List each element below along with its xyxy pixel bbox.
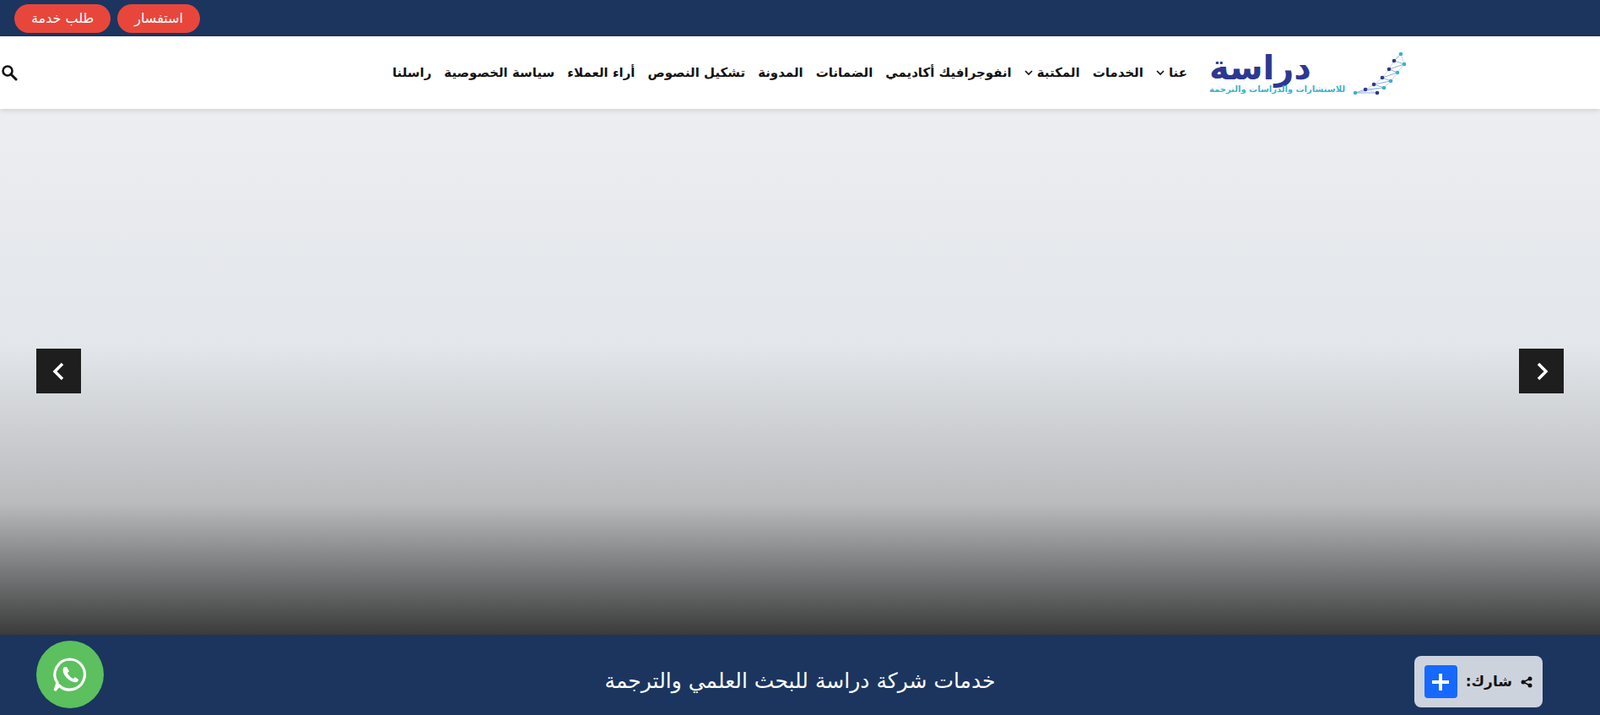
nav-item: الخدمات [1092, 58, 1144, 88]
logo-network-icon [1348, 47, 1410, 98]
nav-label: تشكيل النصوص [648, 63, 746, 83]
nav-item: تشكيل النصوص [648, 58, 746, 88]
hero-banner [0, 108, 1600, 635]
nav-label: الضمانات [816, 63, 874, 83]
nav-menu: عنا الخدمات المكتبة انفوجرافيك أكاديمي الضما… [392, 58, 1188, 88]
logo-subtitle: للاستشارات والدراسات والترجمة [1209, 84, 1346, 95]
search-icon [0, 64, 18, 82]
nav-link[interactable]: سياسة الخصوصية [443, 58, 555, 88]
inquiry-button[interactable]: استفسار [117, 4, 200, 33]
nav-link[interactable]: عنا [1156, 58, 1188, 88]
nav-label: أراء العملاء [567, 63, 635, 83]
chevron-right-icon [1533, 361, 1551, 382]
next-slide-button[interactable] [1518, 348, 1564, 394]
plus-icon [1430, 671, 1451, 692]
request-service-button[interactable]: طلب خدمة [14, 4, 111, 33]
chevron-down-icon [1156, 70, 1165, 76]
section-bar: شارك: خدمات شركة دراسة للبحث العلمي والتر… [0, 634, 1600, 715]
nav-label: المدونة [757, 63, 804, 83]
site-logo[interactable]: دراسةللاستشارات والدراسات والترجمة [1209, 47, 1410, 98]
chevron-left-icon [50, 361, 68, 382]
nav-link[interactable]: الخدمات [1092, 58, 1144, 88]
nav-link[interactable]: تشكيل النصوص [648, 58, 746, 88]
chevron-down-icon [1024, 70, 1033, 76]
nav-item: انفوجرافيك أكاديمي [885, 58, 1011, 88]
nav-item: أراء العملاء [567, 58, 635, 88]
nav-link[interactable]: راسلنا [392, 58, 432, 88]
nav-item: المدونة [757, 58, 804, 88]
main-navbar: دراسةللاستشارات والدراسات والترجمة عنا الخ… [0, 36, 1600, 109]
nav-item: عنا [1156, 58, 1188, 88]
nav-label: المكتبة [1037, 63, 1081, 83]
nav-label: انفوجرافيك أكاديمي [885, 63, 1011, 83]
nav-link[interactable]: انفوجرافيك أكاديمي [885, 58, 1011, 88]
nav-item: المكتبة [1024, 58, 1081, 88]
search-button[interactable] [0, 63, 19, 82]
whatsapp-icon [50, 654, 90, 694]
nav-label: الخدمات [1092, 63, 1144, 83]
nav-label: راسلنا [392, 63, 432, 83]
nav-link[interactable]: المكتبة [1024, 58, 1081, 88]
section-title: خدمات شركة دراسة للبحث العلمي والترجمة [605, 634, 996, 698]
share-widget: شارك: [1414, 655, 1543, 708]
previous-slide-button[interactable] [36, 348, 82, 394]
logo-text: دراسةللاستشارات والدراسات والترجمة [1209, 50, 1346, 95]
logo-title: دراسة [1209, 50, 1312, 85]
nav-label: عنا [1168, 63, 1188, 83]
top-bar: استفسارطلب خدمة [0, 0, 1600, 37]
share-icon [1520, 675, 1533, 688]
nav-link[interactable]: أراء العملاء [567, 58, 635, 88]
nav-item: راسلنا [392, 58, 432, 88]
nav-item: الضمانات [816, 58, 874, 88]
share-label: شارك: [1465, 670, 1513, 693]
share-add-button[interactable] [1424, 664, 1458, 698]
whatsapp-button[interactable] [36, 640, 104, 709]
nav-link[interactable]: الضمانات [816, 58, 874, 88]
nav-label: سياسة الخصوصية [443, 63, 555, 83]
nav-item: سياسة الخصوصية [443, 58, 555, 88]
nav-link[interactable]: المدونة [757, 58, 804, 88]
